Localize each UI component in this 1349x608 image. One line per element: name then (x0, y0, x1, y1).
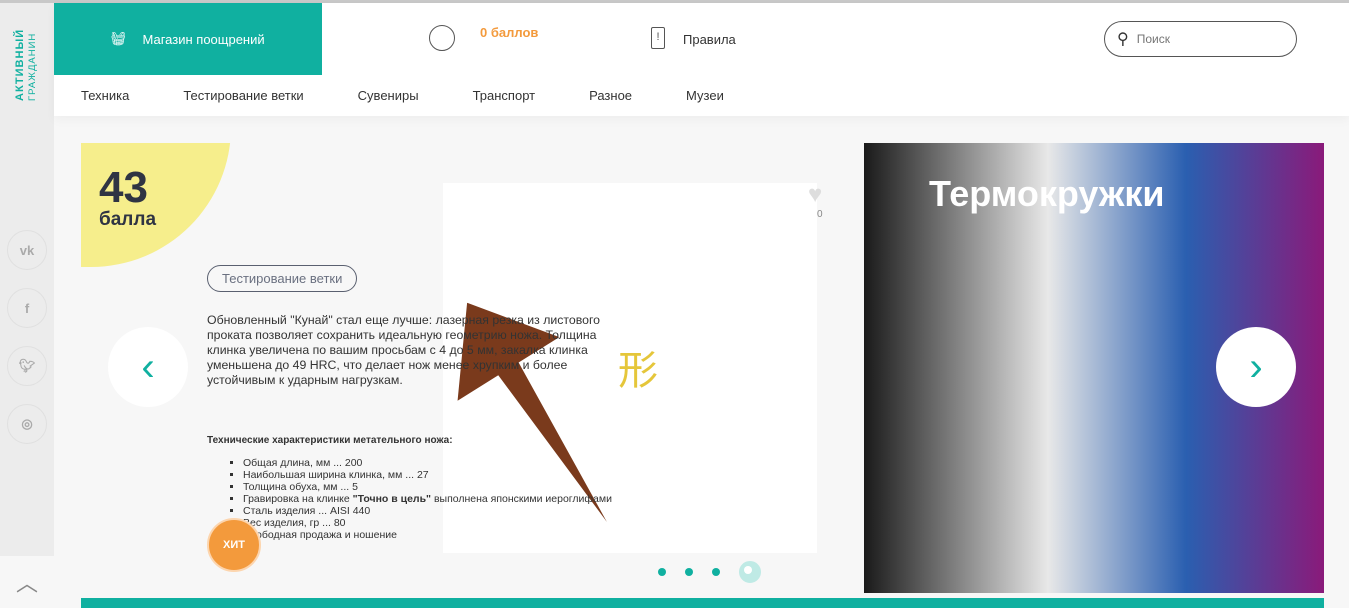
search-input[interactable] (1136, 32, 1267, 46)
instagram-icon[interactable]: ◎ (7, 404, 47, 444)
rules-link[interactable]: Правила (683, 32, 736, 47)
spec-item: Сталь изделия ... AISI 440 (243, 505, 612, 517)
spec-item: Наибольшая ширина клинка, мм ... 27 (243, 469, 612, 481)
spec-item: Общая длина, мм ... 200 (243, 457, 612, 469)
nav-item[interactable]: Разное (589, 88, 632, 103)
points-label: балла (99, 209, 157, 230)
specs-list: Общая длина, мм ... 200 Наибольшая ширин… (243, 457, 612, 541)
sidebar: АКТИВНЫЙ ГРАЖДАНИН vk f 🐦︎ ◎ (0, 3, 54, 556)
spec-bold: "Точно в цель" (352, 493, 432, 505)
chevron-right-icon: › (1249, 344, 1263, 389)
slider-dot[interactable] (658, 568, 666, 576)
scroll-up-button[interactable]: ︿ (0, 556, 54, 608)
spec-item: Толщина обуха, мм ... 5 (243, 481, 612, 493)
next-slide-button[interactable]: › (1216, 327, 1296, 407)
user-points[interactable]: 0 баллов (480, 25, 538, 40)
nav-item[interactable]: Транспорт (473, 88, 536, 103)
user-icon[interactable] (429, 25, 455, 51)
nav-item[interactable]: Музеи (686, 88, 724, 103)
spec-item: Гравировка на клинке "Точно в цель" выпо… (243, 493, 612, 505)
logo-line1: АКТИВНЫЙ (14, 28, 26, 101)
heart-icon[interactable]: ♥ (808, 181, 822, 209)
nav-item[interactable]: Тестирование ветки (183, 88, 303, 103)
logo[interactable]: АКТИВНЫЙ ГРАЖДАНИН (14, 23, 44, 103)
specs-title: Технические характеристики метательного … (207, 435, 453, 446)
likes-count: 0 (817, 209, 823, 220)
vk-icon[interactable]: vk (7, 230, 47, 270)
spec-text: выполнена японскими иероглифами (433, 493, 612, 505)
spec-item: Вес изделия, гр ... 80 (243, 517, 612, 529)
slider-dots (658, 561, 761, 583)
spec-item: Свободная продажа и ношение (243, 529, 612, 541)
category-tag[interactable]: Тестирование ветки (207, 265, 358, 292)
clipboard-icon[interactable]: ! (651, 27, 665, 49)
facebook-icon[interactable]: f (7, 288, 47, 328)
prev-slide-button[interactable]: ‹ (108, 327, 188, 407)
product-slider: 43 балла 形 ♥ 0 Тестирование ветки Обновл… (81, 143, 1324, 593)
shop-label: Магазин поощрений (142, 31, 265, 47)
promo-title: Термокружки (929, 173, 1165, 214)
slider-dot[interactable] (685, 568, 693, 576)
points-value: 43 (99, 163, 148, 212)
hit-badge: ХИТ (207, 518, 261, 572)
bottom-strip (81, 598, 1324, 608)
nav-item[interactable]: Сувениры (358, 88, 419, 103)
logo-line2: ГРАЖДАНИН (27, 32, 38, 101)
chevron-left-icon: ‹ (141, 344, 155, 389)
header: 🧺︎ Магазин поощрений 0 баллов ! Правила … (54, 3, 1349, 116)
slider-dot-active[interactable] (739, 561, 761, 583)
twitter-icon[interactable]: 🐦︎ (7, 346, 47, 386)
search-icon[interactable]: ⚲ (1117, 29, 1129, 49)
nav-item[interactable]: Техника (81, 88, 129, 103)
category-nav: Техника Тестирование ветки Сувениры Тран… (81, 88, 778, 103)
search-box[interactable]: ⚲ (1104, 21, 1297, 57)
spec-text: Гравировка на клинке (243, 493, 350, 505)
basket-icon: 🧺︎ (110, 31, 127, 46)
shop-button[interactable]: 🧺︎ Магазин поощрений (54, 3, 322, 75)
slider-dot[interactable] (712, 568, 720, 576)
product-description: Обновленный "Кунай" стал еще лучше: лазе… (207, 313, 601, 387)
